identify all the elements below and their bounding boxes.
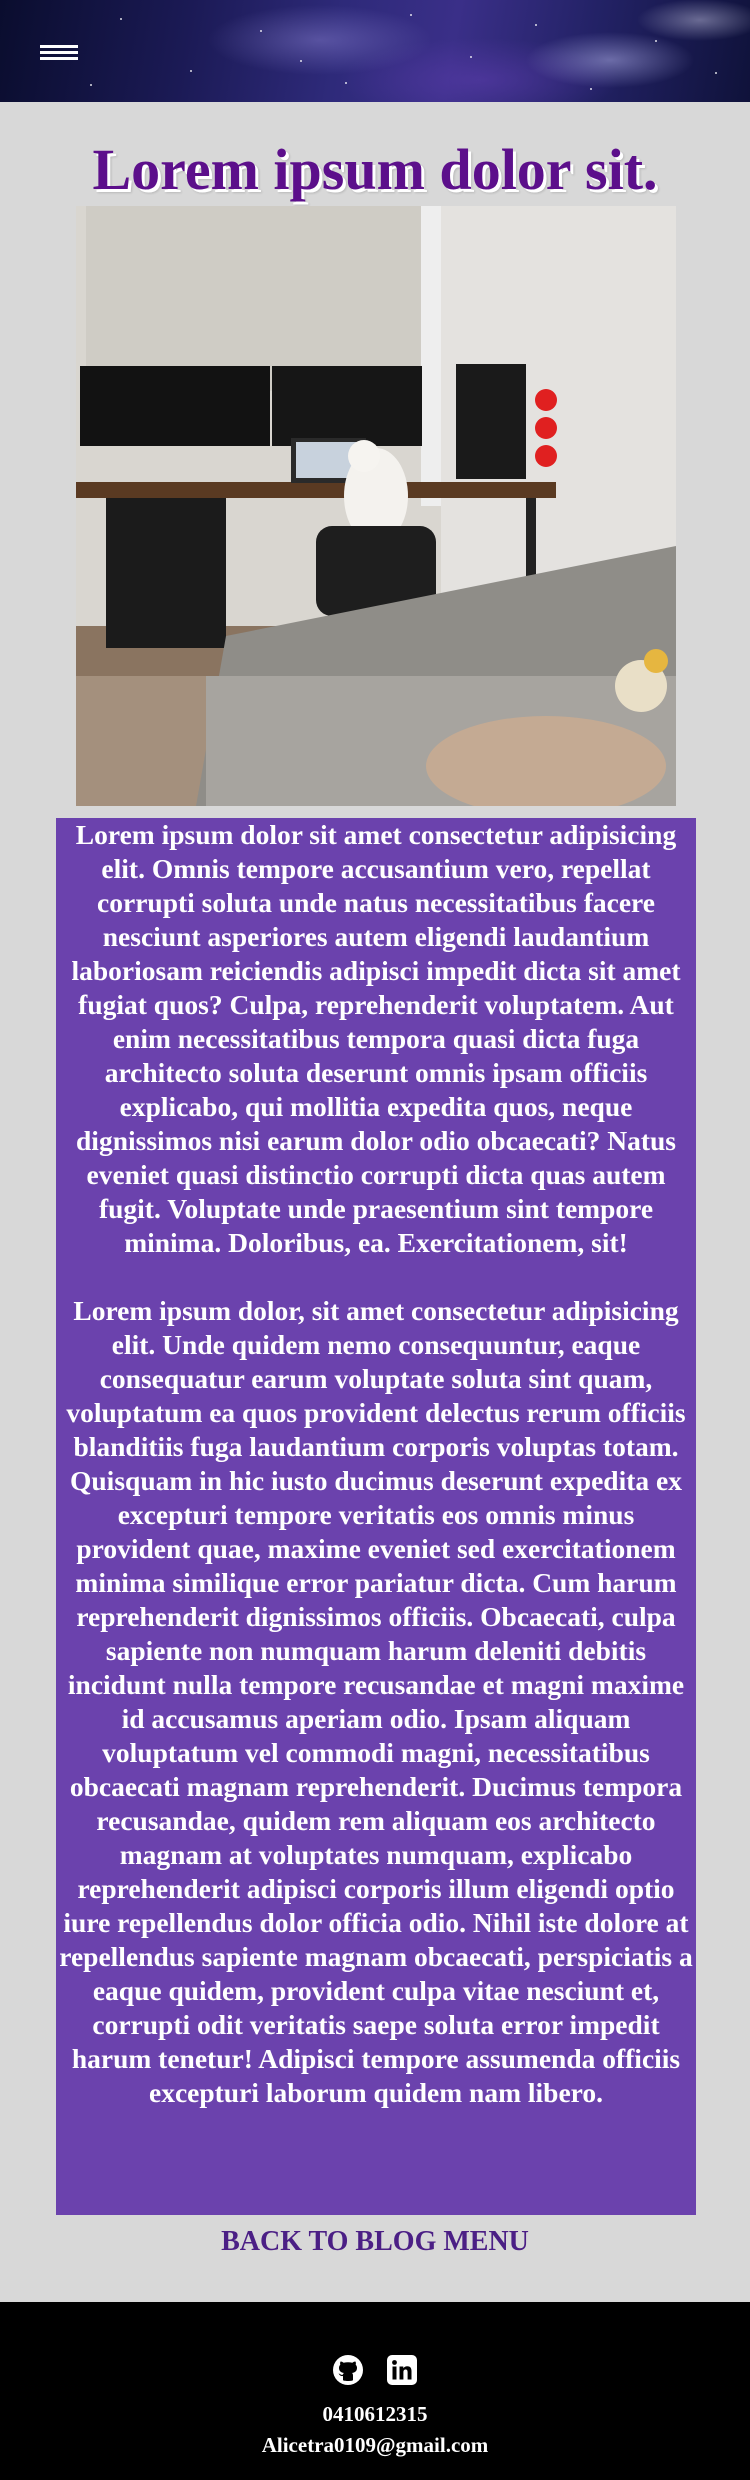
back-to-blog-menu-link[interactable]: BACK TO BLOG MENU	[0, 2226, 750, 2258]
contact-email[interactable]: Alicetra0109@gmail.com	[0, 2433, 750, 2458]
social-links	[0, 2354, 750, 2386]
article-paragraph: Lorem ipsum dolor, sit amet consectetur …	[59, 1295, 693, 2108]
article-paragraph: Lorem ipsum dolor sit amet consectetur a…	[71, 819, 681, 1258]
contact-phone[interactable]: 0410612315	[0, 2402, 750, 2427]
article-body: Lorem ipsum dolor sit amet consectetur a…	[56, 818, 696, 2215]
blog-photo	[76, 206, 676, 806]
linkedin-icon[interactable]	[386, 2354, 418, 2386]
site-header	[0, 0, 750, 102]
page-title: Lorem ipsum dolor sit.	[92, 137, 658, 202]
github-icon[interactable]	[332, 2354, 364, 2386]
site-footer: 0410612315 Alicetra0109@gmail.com	[0, 2302, 750, 2480]
hamburger-menu-icon[interactable]	[40, 45, 78, 61]
